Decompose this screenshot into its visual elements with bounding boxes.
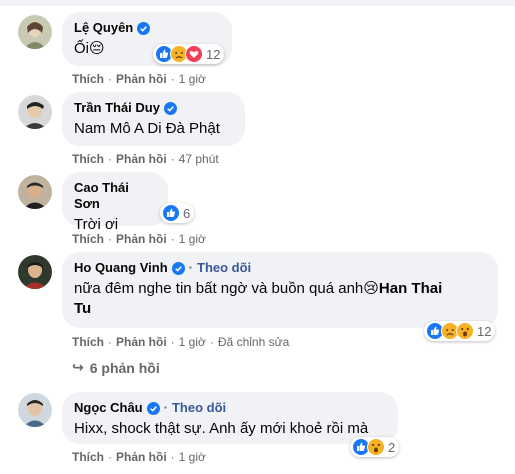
comment-actions: Thích · Phản hồi · 1 giờ <box>72 450 206 464</box>
reply-arrow-icon: ↪ <box>72 359 84 375</box>
verified-badge-icon <box>163 101 177 115</box>
timestamp[interactable]: 47 phút <box>179 152 219 166</box>
dot-separator: · <box>170 72 175 86</box>
dot-separator: · <box>163 400 168 415</box>
wow-reaction-icon <box>367 438 385 456</box>
reply-link[interactable]: Phản hồi <box>116 450 167 464</box>
verified-badge-icon <box>137 21 151 35</box>
reaction-count: 6 <box>183 205 191 221</box>
love-reaction-icon <box>185 45 203 63</box>
dot-separator: · <box>108 232 112 246</box>
reaction-summary[interactable]: 6 <box>160 203 195 223</box>
timestamp[interactable]: 1 giờ <box>179 72 206 86</box>
dot-separator: · <box>170 450 175 464</box>
like-reaction-icon <box>162 204 180 222</box>
comment-text-line: nữa đêm nghe tin bất ngờ và buồn quá anh… <box>74 280 379 297</box>
comment-actions: Thích · Phản hồi · 1 giờ <box>72 72 206 86</box>
comment-bubble: Trần Thái Duy Nam Mô A Di Đà Phật <box>62 92 245 146</box>
reaction-count: 2 <box>388 439 396 455</box>
wow-reaction-icon <box>456 322 474 340</box>
verified-badge-icon <box>171 261 185 275</box>
reaction-count: 12 <box>477 323 492 339</box>
comment-bubble: Cao Thái Sơn Trời ơi <box>62 172 168 233</box>
follow-button[interactable]: Theo dõi <box>172 400 226 416</box>
dot-separator: · <box>209 335 214 349</box>
comment-bubble: Ngọc Châu · Theo dõi Hixx, shock thật sự… <box>62 392 398 444</box>
dot-separator: · <box>108 335 112 349</box>
comment-actions: Thích · Phản hồi · 1 giờ <box>72 232 206 246</box>
reply-link[interactable]: Phản hồi <box>116 335 167 349</box>
reaction-summary[interactable]: 12 <box>153 44 225 64</box>
top-divider <box>0 0 515 6</box>
verified-badge-icon <box>146 401 160 415</box>
reply-link[interactable]: Phản hồi <box>116 152 167 166</box>
commenter-name[interactable]: Ho Quang Vinh <box>74 260 168 276</box>
comment-text: nữa đêm nghe tin bất ngờ và buồn quá anh… <box>74 279 486 319</box>
mention-link-continued[interactable]: Tu <box>74 300 91 317</box>
avatar[interactable] <box>18 175 52 209</box>
replies-count: 6 phản hồi <box>89 359 160 376</box>
commenter-name[interactable]: Cao Thái Sơn <box>74 180 156 212</box>
comment-text: Hixx, shock thật sự. Anh ấy mới khoẻ rồi… <box>74 420 369 437</box>
reaction-count: 12 <box>206 46 221 62</box>
avatar[interactable] <box>18 393 52 427</box>
comment-actions: Thích · Phản hồi · 47 phút <box>72 152 219 166</box>
like-link[interactable]: Thích <box>72 72 104 86</box>
like-link[interactable]: Thích <box>72 152 104 166</box>
timestamp[interactable]: 1 giờ <box>179 450 206 464</box>
reply-link[interactable]: Phản hồi <box>116 72 167 86</box>
like-link[interactable]: Thích <box>72 450 104 464</box>
avatar[interactable] <box>18 255 52 289</box>
reaction-summary[interactable]: 12 <box>424 321 496 341</box>
reaction-summary[interactable]: 2 <box>350 437 400 457</box>
dot-separator: · <box>170 232 175 246</box>
mention-link[interactable]: Han Thai <box>379 280 442 297</box>
like-link[interactable]: Thích <box>72 232 104 246</box>
commenter-name[interactable]: Ngọc Châu <box>74 400 143 416</box>
dot-separator: · <box>170 335 175 349</box>
dot-separator: · <box>108 72 112 86</box>
comment-actions: Thích · Phản hồi · 1 giờ · Đã chỉnh sửa <box>72 335 289 349</box>
commenter-name[interactable]: Trần Thái Duy <box>74 100 160 116</box>
like-link[interactable]: Thích <box>72 335 104 349</box>
follow-button[interactable]: Theo dõi <box>197 260 251 276</box>
timestamp[interactable]: 1 giờ <box>179 232 206 246</box>
dot-separator: · <box>108 152 112 166</box>
timestamp[interactable]: 1 giờ <box>179 335 206 349</box>
commenter-name[interactable]: Lệ Quyên <box>74 20 133 36</box>
comment-bubble: Ho Quang Vinh · Theo dõi nữa đêm nghe ti… <box>62 252 498 328</box>
view-replies-link[interactable]: ↪ 6 phản hồi <box>72 359 160 376</box>
avatar[interactable] <box>18 95 52 129</box>
edited-label: Đã chỉnh sửa <box>217 335 290 349</box>
reply-link[interactable]: Phản hồi <box>116 232 167 246</box>
dot-separator: · <box>170 152 175 166</box>
dot-separator: · <box>108 450 112 464</box>
dot-separator: · <box>188 260 193 275</box>
avatar[interactable] <box>18 15 52 49</box>
comment-text: Nam Mô A Di Đà Phật <box>74 120 220 137</box>
